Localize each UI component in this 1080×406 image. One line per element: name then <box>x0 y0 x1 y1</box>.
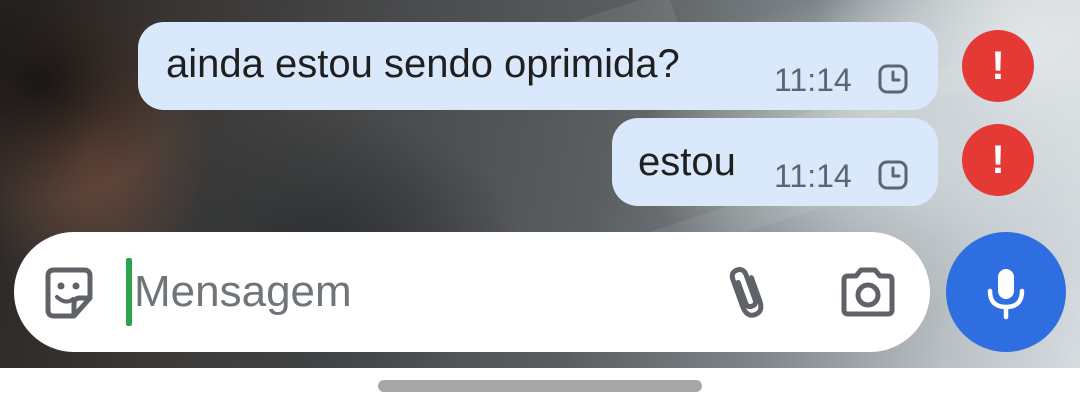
message-input[interactable] <box>134 254 694 330</box>
sticker-icon[interactable] <box>40 264 98 322</box>
message-text: ainda estou sendo oprimida? <box>166 42 680 86</box>
home-gesture-handle[interactable] <box>378 380 702 392</box>
camera-icon[interactable] <box>838 264 898 320</box>
system-navigation-bar <box>0 368 1080 406</box>
outgoing-message-bubble[interactable]: estou 11:14 <box>612 118 938 206</box>
error-badge[interactable]: ! <box>962 124 1034 196</box>
microphone-button[interactable] <box>946 232 1066 352</box>
message-text: estou <box>638 140 736 184</box>
message-composer <box>14 232 930 352</box>
error-badge[interactable]: ! <box>962 30 1034 102</box>
message-time: 11:14 <box>774 62 852 98</box>
paperclip-icon[interactable] <box>722 262 772 322</box>
clock-icon <box>878 64 908 94</box>
clock-icon <box>878 160 908 190</box>
microphone-icon <box>987 269 1025 320</box>
outgoing-message-bubble[interactable]: ainda estou sendo oprimida? 11:14 <box>138 22 938 110</box>
message-time: 11:14 <box>774 158 852 194</box>
text-cursor <box>126 258 132 326</box>
